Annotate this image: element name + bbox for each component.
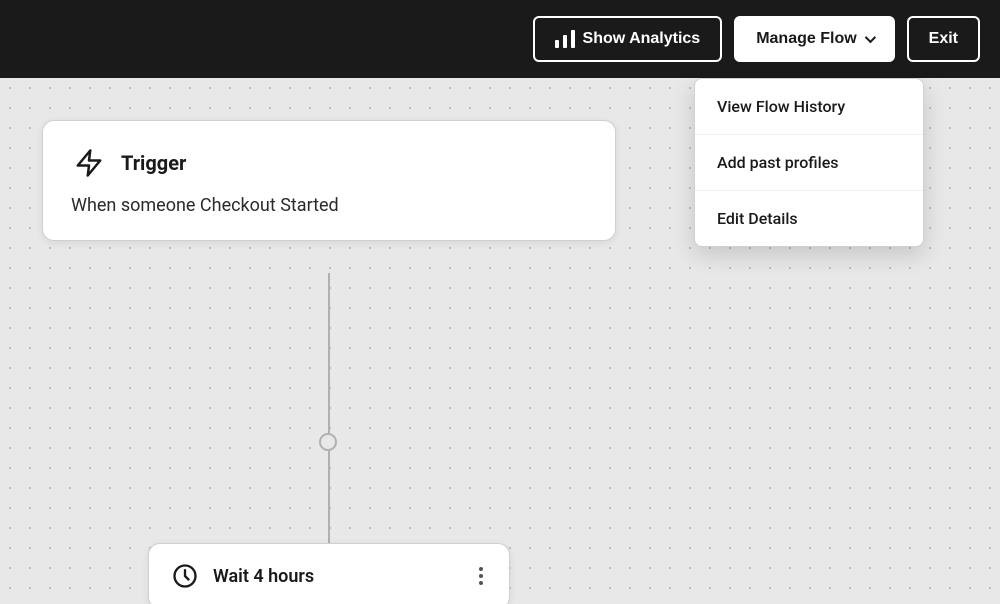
connector-line: [328, 273, 330, 543]
dropdown-item-view-flow-history[interactable]: View Flow History: [695, 79, 923, 135]
exit-label: Exit: [929, 30, 958, 48]
dot-1: [479, 567, 483, 571]
trigger-icon: [71, 145, 107, 181]
dropdown-item-edit-details[interactable]: Edit Details: [695, 191, 923, 246]
exit-button[interactable]: Exit: [907, 16, 980, 62]
trigger-title: Trigger: [121, 151, 186, 175]
topbar: Show Analytics Manage Flow Exit: [0, 0, 1000, 78]
manage-flow-dropdown: View Flow History Add past profiles Edit…: [694, 78, 924, 247]
wait-card-left: Wait 4 hours: [171, 562, 314, 590]
analytics-icon: [555, 30, 575, 48]
trigger-card: Trigger When someone Checkout Started: [42, 120, 616, 241]
trigger-header: Trigger: [71, 145, 587, 181]
clock-icon: [171, 562, 199, 590]
dot-3: [479, 581, 483, 585]
manage-flow-button[interactable]: Manage Flow: [734, 16, 894, 62]
dot-2: [479, 574, 483, 578]
show-analytics-button[interactable]: Show Analytics: [533, 16, 723, 62]
manage-flow-label: Manage Flow: [756, 30, 856, 48]
wait-card-menu-button[interactable]: [475, 563, 487, 589]
trigger-subtitle: When someone Checkout Started: [71, 195, 587, 216]
chevron-down-icon: [864, 32, 875, 43]
connector-dot: [319, 433, 337, 451]
wait-title: Wait 4 hours: [213, 566, 314, 587]
wait-card[interactable]: Wait 4 hours: [148, 543, 510, 604]
dropdown-item-add-past-profiles[interactable]: Add past profiles: [695, 135, 923, 191]
show-analytics-label: Show Analytics: [583, 30, 701, 48]
